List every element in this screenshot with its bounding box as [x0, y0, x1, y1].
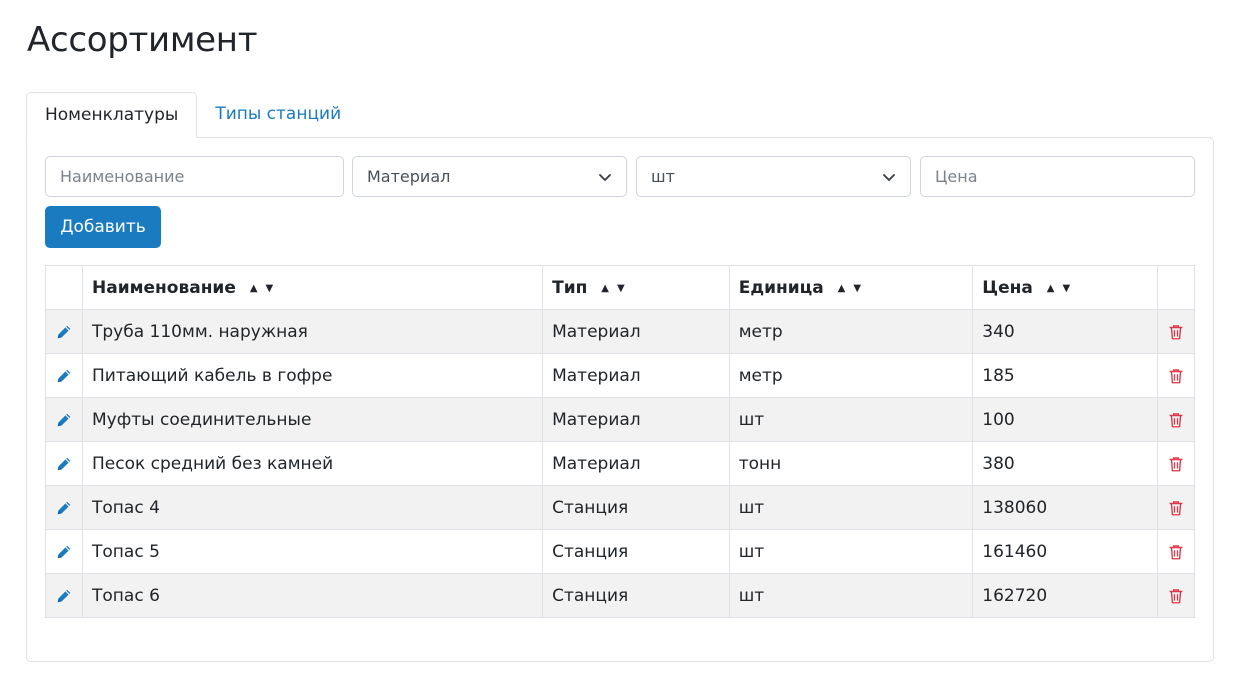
trash-icon[interactable] — [1167, 543, 1185, 561]
delete-cell — [1156, 309, 1196, 354]
price-placeholder: Цена — [935, 167, 978, 186]
sort-desc-icon[interactable]: ▼ — [1062, 283, 1070, 294]
cell-name: Топас 5 — [81, 529, 544, 574]
table-row: Муфты соединительные Материал шт 100 — [45, 397, 1196, 442]
table-row: Топас 6 Станция шт 162720 — [45, 573, 1196, 618]
trash-icon[interactable] — [1167, 499, 1185, 517]
cell-unit: шт — [728, 573, 974, 618]
pencil-icon[interactable] — [55, 367, 73, 385]
delete-cell — [1156, 353, 1196, 398]
type-select-value: Материал — [367, 167, 451, 186]
cell-unit: тонн — [728, 441, 974, 486]
edit-cell — [45, 529, 83, 574]
table-header-row: Наименование ▲ ▼ Тип ▲ ▼ Единица ▲ ▼ Цена ▲… — [45, 265, 1196, 310]
table-row: Труба 110мм. наружная Материал метр 340 — [45, 309, 1196, 354]
pencil-icon[interactable] — [55, 411, 73, 429]
sort-desc-icon[interactable]: ▼ — [617, 283, 625, 294]
pencil-icon[interactable] — [55, 587, 73, 605]
table-row: Питающий кабель в гофре Материал метр 18… — [45, 353, 1196, 398]
tab-station-types[interactable]: Типы станций — [197, 92, 359, 137]
cell-price: 185 — [972, 353, 1158, 398]
table-row: Песок средний без камней Материал тонн 3… — [45, 441, 1196, 486]
cell-name: Питающий кабель в гофре — [81, 353, 544, 398]
trash-icon[interactable] — [1167, 411, 1185, 429]
sort-asc-icon[interactable]: ▲ — [838, 283, 846, 294]
page-title: Ассортимент — [27, 20, 258, 60]
delete-cell — [1156, 573, 1196, 618]
add-button[interactable]: Добавить — [45, 206, 161, 248]
sort-asc-icon[interactable]: ▲ — [601, 283, 609, 294]
sort-asc-icon[interactable]: ▲ — [1047, 283, 1055, 294]
pencil-icon[interactable] — [55, 543, 73, 561]
trash-icon[interactable] — [1167, 455, 1185, 473]
cell-price: 138060 — [972, 485, 1158, 530]
name-placeholder: Наименование — [60, 167, 185, 186]
column-header-unit[interactable]: Единица ▲ ▼ — [728, 265, 974, 310]
column-header-type[interactable]: Тип ▲ ▼ — [542, 265, 730, 310]
tabs: Номенклатуры Типы станций — [26, 92, 359, 138]
cell-price: 161460 — [972, 529, 1158, 574]
chevron-down-icon — [883, 174, 895, 181]
cell-unit: метр — [728, 353, 974, 398]
edit-cell — [45, 397, 83, 442]
sort-desc-icon[interactable]: ▼ — [853, 283, 861, 294]
pencil-icon[interactable] — [55, 499, 73, 517]
delete-cell — [1156, 441, 1196, 486]
cell-price: 340 — [972, 309, 1158, 354]
trash-icon[interactable] — [1167, 367, 1185, 385]
edit-cell — [45, 441, 83, 486]
type-select[interactable]: Материал — [352, 156, 627, 197]
pencil-icon[interactable] — [55, 323, 73, 341]
column-header-label: Тип — [552, 277, 588, 298]
cell-unit: шт — [728, 397, 974, 442]
delete-cell — [1156, 485, 1196, 530]
cell-name: Труба 110мм. наружная — [81, 309, 544, 354]
column-header-label: Единица — [738, 277, 824, 298]
price-input[interactable]: Цена — [920, 156, 1195, 197]
cell-unit: шт — [728, 485, 974, 530]
edit-cell — [45, 573, 83, 618]
delete-column-header — [1156, 265, 1196, 310]
delete-cell — [1156, 529, 1196, 574]
cell-type: Станция — [542, 573, 730, 618]
cell-type: Материал — [542, 309, 730, 354]
edit-cell — [45, 485, 83, 530]
edit-column-header — [45, 265, 83, 310]
cell-price: 380 — [972, 441, 1158, 486]
cell-type: Станция — [542, 485, 730, 530]
nomenclature-table: Наименование ▲ ▼ Тип ▲ ▼ Единица ▲ ▼ Цена ▲… — [45, 265, 1196, 618]
column-header-price[interactable]: Цена ▲ ▼ — [972, 265, 1158, 310]
table-row: Топас 5 Станция шт 161460 — [45, 529, 1196, 574]
cell-unit: метр — [728, 309, 974, 354]
trash-icon[interactable] — [1167, 323, 1185, 341]
cell-type: Материал — [542, 397, 730, 442]
chevron-down-icon — [599, 174, 611, 181]
tab-nomenclatures[interactable]: Номенклатуры — [26, 92, 198, 138]
cell-price: 162720 — [972, 573, 1158, 618]
sort-asc-icon[interactable]: ▲ — [250, 283, 258, 294]
column-header-label: Цена — [982, 277, 1033, 298]
pencil-icon[interactable] — [55, 455, 73, 473]
cell-unit: шт — [728, 529, 974, 574]
trash-icon[interactable] — [1167, 587, 1185, 605]
edit-cell — [45, 309, 83, 354]
delete-cell — [1156, 397, 1196, 442]
table-row: Топас 4 Станция шт 138060 — [45, 485, 1196, 530]
cell-type: Материал — [542, 353, 730, 398]
cell-type: Станция — [542, 529, 730, 574]
cell-name: Песок средний без камней — [81, 441, 544, 486]
cell-name: Муфты соединительные — [81, 397, 544, 442]
column-header-name[interactable]: Наименование ▲ ▼ — [81, 265, 544, 310]
cell-price: 100 — [972, 397, 1158, 442]
cell-name: Топас 6 — [81, 573, 544, 618]
unit-select[interactable]: шт — [636, 156, 911, 197]
cell-name: Топас 4 — [81, 485, 544, 530]
unit-select-value: шт — [651, 167, 675, 186]
column-header-label: Наименование — [92, 277, 236, 298]
cell-type: Материал — [542, 441, 730, 486]
edit-cell — [45, 353, 83, 398]
sort-desc-icon[interactable]: ▼ — [266, 283, 274, 294]
name-input[interactable]: Наименование — [45, 156, 344, 197]
